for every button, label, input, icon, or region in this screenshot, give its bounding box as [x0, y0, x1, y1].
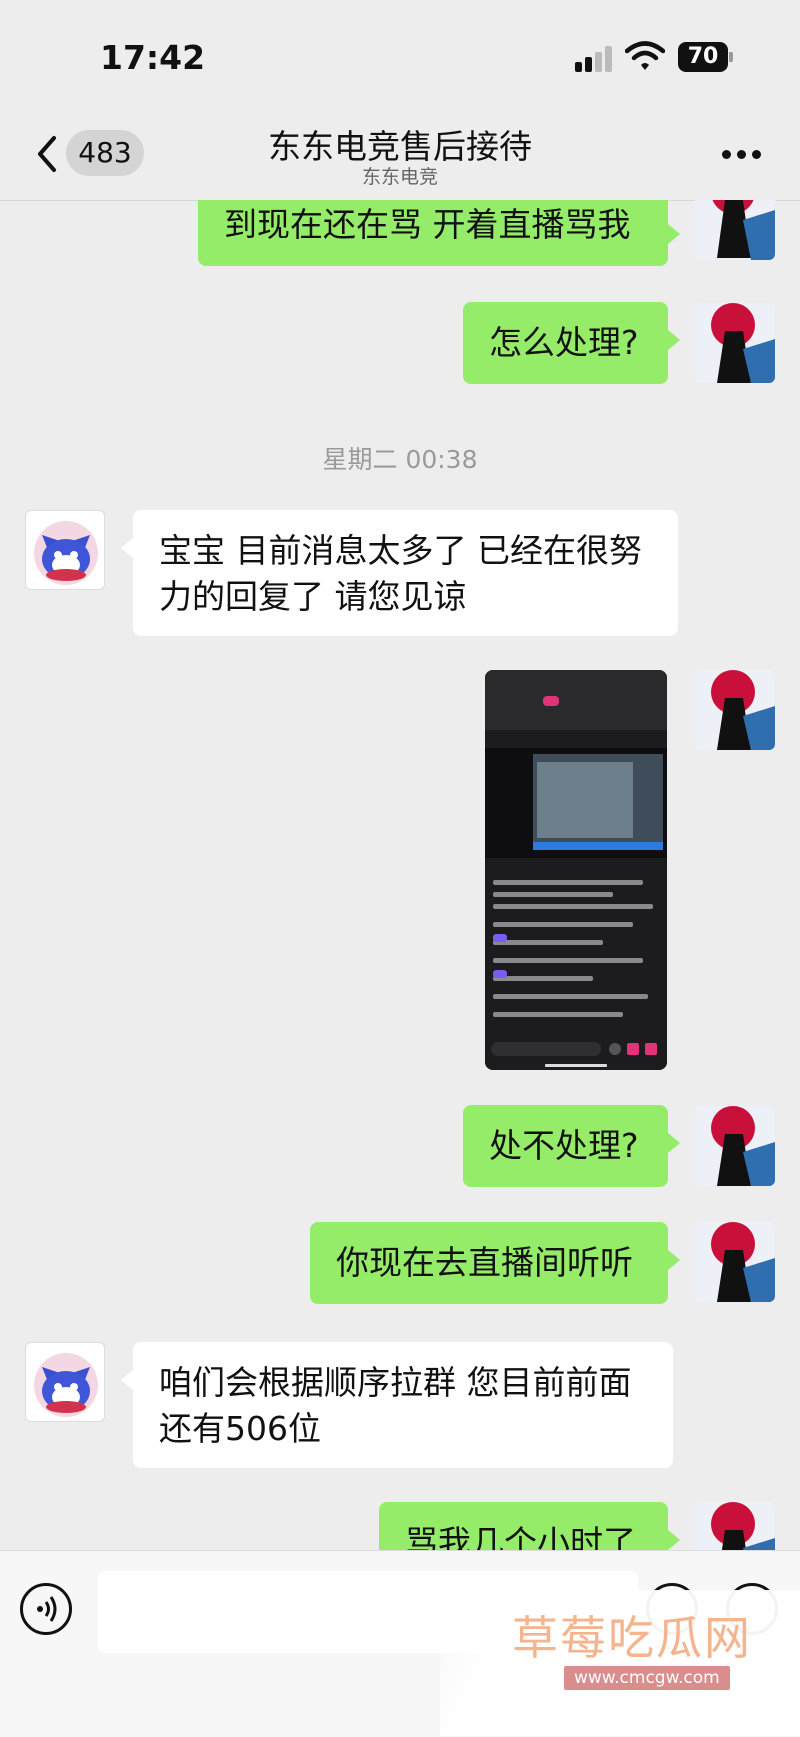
message-bubble-sent[interactable]: 处不处理?: [463, 1105, 668, 1187]
message-text: 怎么处理?: [489, 323, 639, 362]
avatar-me[interactable]: [695, 200, 775, 260]
avatar-image: [695, 1502, 775, 1550]
avatar-me[interactable]: [695, 1222, 775, 1302]
message-text: 骂我几个小时了: [405, 1523, 636, 1550]
message-text-line: 宝宝 目前消息太多了 已经在很努: [159, 531, 642, 570]
watermark-url: www.cmcgw.com: [564, 1666, 730, 1690]
bubble-tail: [121, 538, 133, 558]
avatar-image: [695, 1106, 775, 1186]
watermark: 草莓吃瓜网 www.cmcgw.com: [440, 1590, 800, 1736]
bubble-tail: [668, 1133, 680, 1153]
avatar-image: [695, 1222, 775, 1302]
avatar-image: [34, 1353, 98, 1417]
avatar-me[interactable]: [695, 1502, 775, 1550]
avatar-me[interactable]: [695, 670, 775, 750]
avatar-me[interactable]: [695, 1106, 775, 1186]
chat-header: 483 东东电竞售后接待 东东电竞: [0, 110, 800, 201]
bubble-tail: [668, 1530, 680, 1550]
wifi-icon: [625, 41, 665, 70]
message-bubble-sent[interactable]: 你现在去直播间听听: [310, 1222, 668, 1304]
bubble-tail: [121, 1370, 133, 1390]
signal-icon: [575, 46, 615, 72]
chat-title: 东东电竞售后接待: [268, 127, 532, 166]
bubble-tail: [668, 330, 680, 350]
status-time: 17:42: [100, 38, 206, 77]
avatar-image: [695, 670, 775, 750]
voice-icon[interactable]: [20, 1583, 72, 1635]
message-bubble-received[interactable]: 宝宝 目前消息太多了 已经在很努 力的回复了 请您见谅: [133, 510, 678, 636]
message-timestamp: 星期二 00:38: [322, 445, 478, 474]
message-bubble-sent[interactable]: 怎么处理?: [463, 302, 668, 384]
message-bubble-sent[interactable]: 骂我几个小时了: [379, 1502, 668, 1550]
message-text: 处不处理?: [489, 1126, 639, 1165]
chat-subtitle: 东东电竞: [361, 166, 438, 188]
more-icon[interactable]: [722, 150, 762, 160]
watermark-title: 草莓吃瓜网: [512, 1611, 752, 1665]
avatar-image: [695, 303, 775, 383]
bubble-tail: [668, 224, 680, 244]
avatar-image: [34, 521, 98, 585]
message-text: 到现在还在骂 开着直播骂我: [224, 205, 631, 244]
battery-tip: [729, 52, 733, 62]
message-list[interactable]: 到现在还在骂 开着直播骂我 怎么处理? 星期二 00:38 宝宝 目前消息太多了…: [0, 200, 800, 1550]
message-bubble-received[interactable]: 咱们会根据顺序拉群 您目前前面 还有506位: [133, 1342, 673, 1468]
message-text-line: 还有506位: [159, 1409, 321, 1448]
status-bar: 17:42 70: [0, 0, 800, 110]
voice-glyph: [37, 1596, 57, 1622]
image-message[interactable]: [485, 670, 667, 1070]
bubble-tail: [668, 1250, 680, 1270]
avatar-me[interactable]: [695, 303, 775, 383]
message-bubble-sent[interactable]: 到现在还在骂 开着直播骂我: [198, 200, 668, 266]
message-text-line: 咱们会根据顺序拉群 您目前前面: [159, 1363, 632, 1402]
avatar-customer-service[interactable]: [25, 510, 105, 590]
battery-icon: 70: [678, 42, 728, 72]
avatar-image: [695, 200, 775, 260]
avatar-customer-service[interactable]: [25, 1342, 105, 1422]
message-text: 你现在去直播间听听: [336, 1243, 633, 1282]
stream-screenshot-image: [485, 670, 667, 1070]
message-text-line: 力的回复了 请您见谅: [159, 577, 467, 616]
